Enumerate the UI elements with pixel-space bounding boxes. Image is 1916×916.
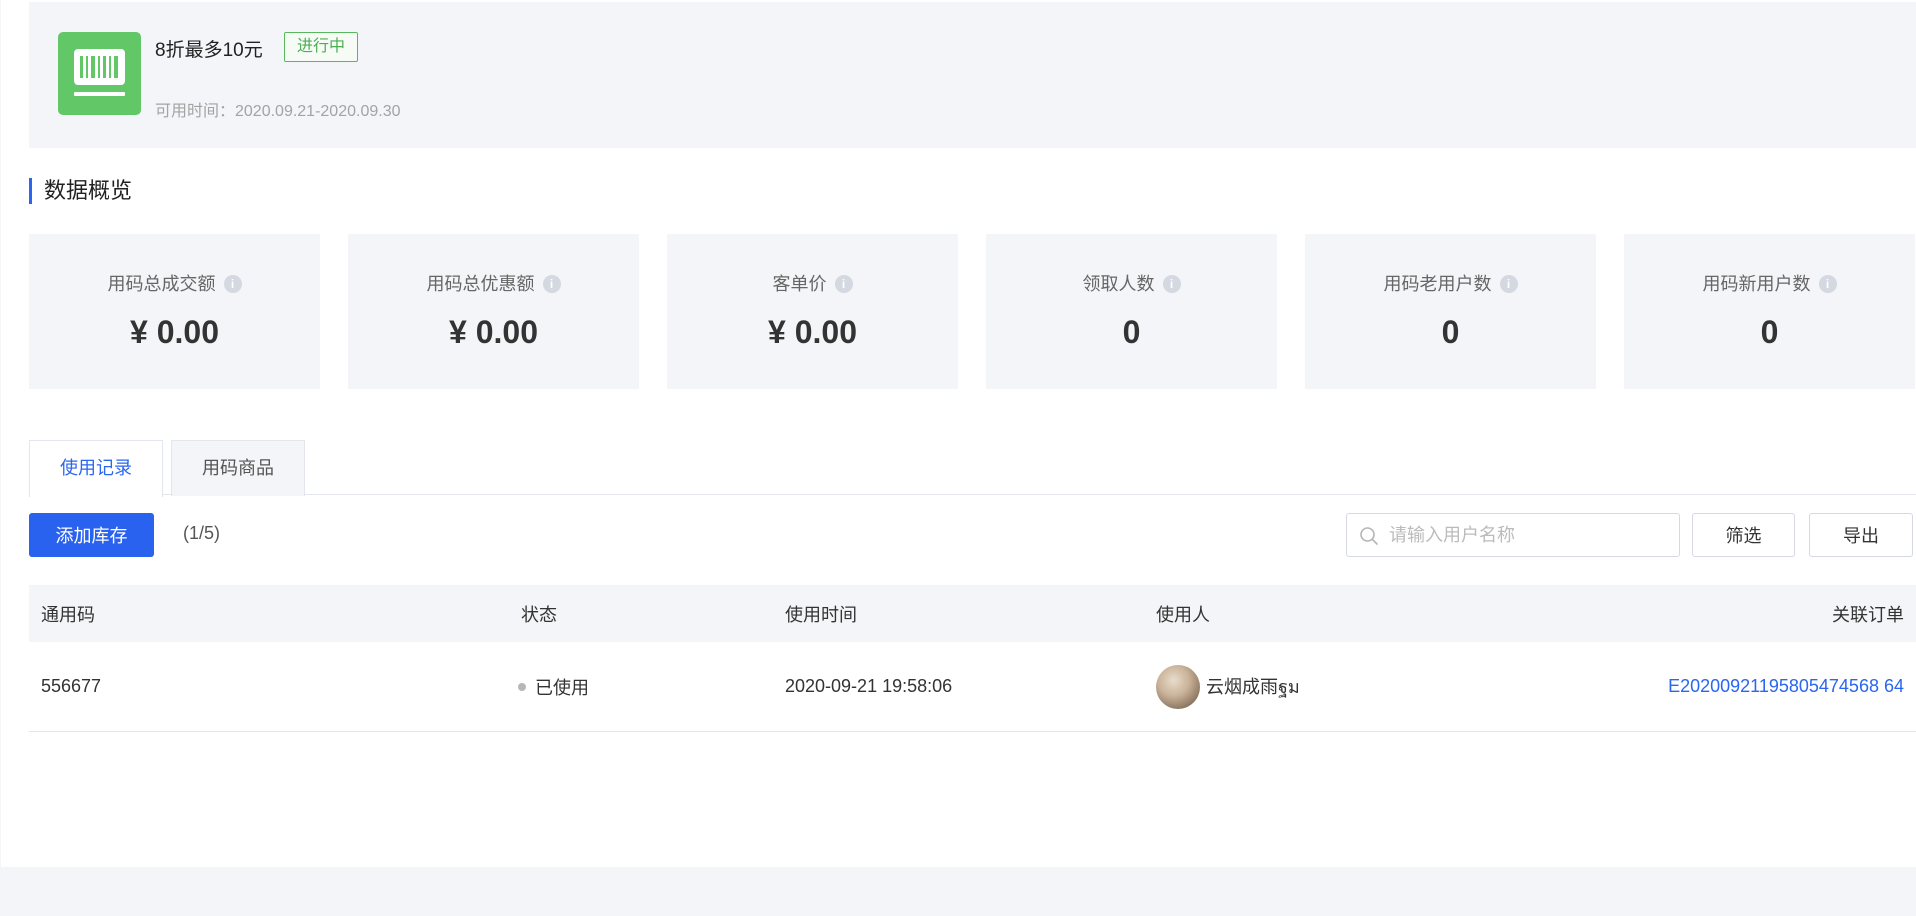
avatar [1156, 664, 1200, 709]
stat-label: 客单价 i [667, 270, 958, 296]
cell-status: 已使用 [518, 642, 589, 731]
stat-card-total-discount: 用码总优惠额 i ¥ 0.00 [348, 234, 639, 389]
coupon-name: 8折最多10元 [155, 40, 263, 61]
column-header-status: 状态 [521, 604, 557, 625]
stat-value: ¥ 0.00 [130, 314, 219, 350]
stock-count: (1/5) [183, 523, 221, 543]
filter-button[interactable]: 筛选 [1692, 513, 1795, 557]
table-header: 通用码 状态 使用时间 使用人 关联订单 [29, 585, 1916, 642]
stat-label: 用码老用户数 i [1305, 270, 1596, 296]
info-icon[interactable]: i [1499, 275, 1518, 294]
stat-label: 用码新用户数 i [1624, 270, 1915, 296]
stat-value: 0 [1122, 314, 1141, 350]
info-icon[interactable]: i [542, 275, 561, 294]
export-button[interactable]: 导出 [1809, 513, 1913, 557]
cell-user: 云烟成雨ฐม [1156, 642, 1300, 731]
search-icon [1360, 527, 1378, 545]
info-icon[interactable]: i [223, 275, 242, 294]
stat-value: ¥ 0.00 [449, 314, 538, 350]
add-stock-button[interactable]: 添加库存 [29, 513, 154, 557]
stat-label: 用码总成交额 i [29, 270, 320, 296]
stat-value: ¥ 0.00 [768, 314, 857, 350]
user-name: 云烟成雨ฐม [1206, 677, 1300, 697]
info-icon[interactable]: i [834, 275, 853, 294]
status-dot-icon [518, 682, 526, 691]
column-header-use-time: 使用时间 [785, 604, 857, 625]
table-row: 556677 已使用 2020-09-21 19:58:06 云烟成雨ฐม E2… [29, 642, 1916, 732]
tab-bar: 使用记录 用码商品 [29, 440, 1916, 497]
column-header-user: 使用人 [1156, 604, 1210, 625]
stat-value: 0 [1760, 314, 1779, 350]
column-header-code: 通用码 [41, 604, 95, 625]
coupon-available-time: 可用时间：2020.09.21-2020.09.30 [155, 103, 401, 120]
stats-row: 用码总成交额 i ¥ 0.00 用码总优惠额 i ¥ 0.00 客单价 i ¥ 0.0… [29, 234, 1916, 389]
cell-use-time: 2020-09-21 19:58:06 [785, 676, 953, 696]
status-badge: 进行中 [284, 32, 359, 62]
section-title: 数据概览 [29, 178, 132, 204]
stat-value: 0 [1441, 314, 1460, 350]
search-box[interactable] [1346, 513, 1680, 557]
info-icon[interactable]: i [1162, 275, 1181, 294]
usage-table: 通用码 状态 使用时间 使用人 关联订单 556677 已使用 2020-09-… [29, 585, 1916, 732]
tab-coupon-products[interactable]: 用码商品 [171, 440, 305, 496]
stat-card-receivers: 领取人数 i 0 [986, 234, 1277, 389]
cell-order: E20200921195805474568 64 [1668, 642, 1904, 731]
page: 8折最多10元 进行中 可用时间：2020.09.21-2020.09.30 数… [1, 0, 1916, 867]
search-input[interactable] [1389, 515, 1669, 555]
order-link[interactable]: E20200921195805474568 64 [1668, 676, 1904, 697]
column-header-order: 关联订单 [1832, 604, 1904, 625]
stat-card-new-users: 用码新用户数 i 0 [1624, 234, 1915, 389]
stat-card-old-users: 用码老用户数 i 0 [1305, 234, 1596, 389]
stat-label: 领取人数 i [986, 270, 1277, 296]
stat-card-total-sales: 用码总成交额 i ¥ 0.00 [29, 234, 320, 389]
stat-card-avg-order: 客单价 i ¥ 0.00 [667, 234, 958, 389]
stat-label: 用码总优惠额 i [348, 270, 639, 296]
status-text: 已使用 [535, 677, 589, 698]
tab-usage-records[interactable]: 使用记录 [29, 440, 163, 497]
coupon-header: 8折最多10元 进行中 可用时间：2020.09.21-2020.09.30 [29, 2, 1916, 148]
info-icon[interactable]: i [1818, 275, 1837, 294]
barcode-icon [58, 32, 141, 115]
cell-code: 556677 [41, 676, 102, 696]
